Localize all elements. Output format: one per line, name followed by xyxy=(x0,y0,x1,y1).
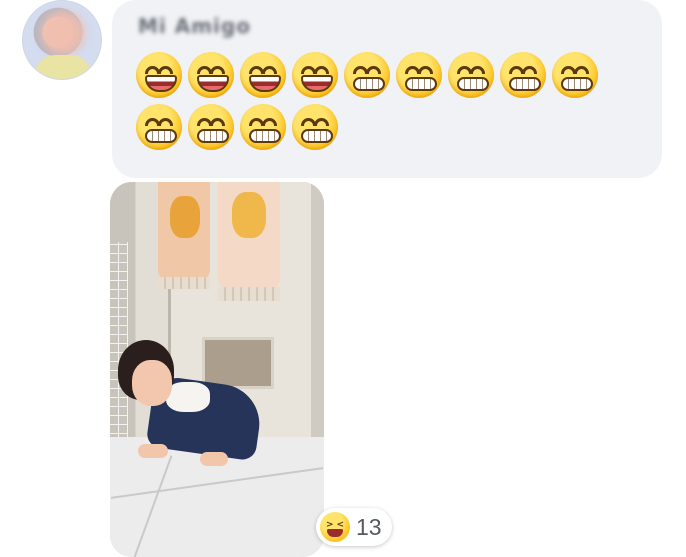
grinning-face-icon xyxy=(448,52,494,98)
grinning-face-icon xyxy=(500,52,546,98)
photo-towel-fringe xyxy=(158,277,210,289)
emoji-message xyxy=(136,52,616,150)
grinning-face-icon xyxy=(188,104,234,150)
message-photo[interactable] xyxy=(110,182,324,557)
sender-avatar[interactable] xyxy=(22,0,102,80)
avatar-face-blurred xyxy=(41,11,85,55)
grinning-face-icon xyxy=(240,104,286,150)
grinning-face-icon xyxy=(292,104,338,150)
message-bubble[interactable]: Mi Amigo xyxy=(112,0,662,178)
photo-pet-door xyxy=(202,337,274,389)
photo-wire-rack xyxy=(110,242,128,442)
laughing-face-icon xyxy=(188,52,234,98)
sender-name: Mi Amigo xyxy=(138,14,251,38)
photo-child-hand xyxy=(138,444,168,458)
photo-cartoon-bear xyxy=(170,196,200,238)
laughing-face-icon xyxy=(240,52,286,98)
grinning-face-icon xyxy=(552,52,598,98)
grinning-face-icon xyxy=(396,52,442,98)
photo-towel-fringe xyxy=(218,287,280,301)
photo-child-hand xyxy=(200,452,228,466)
reaction-badge[interactable]: > < 13 xyxy=(316,508,392,546)
grinning-face-icon xyxy=(136,104,182,150)
laughing-squint-face-icon: > < xyxy=(320,512,350,542)
photo-cartoon-bear xyxy=(232,192,266,238)
photo-child-collar xyxy=(166,382,210,412)
reaction-count: 13 xyxy=(356,513,382,540)
laughing-face-icon xyxy=(292,52,338,98)
photo-child-face xyxy=(132,360,172,406)
laughing-face-icon xyxy=(136,52,182,98)
avatar-shirt xyxy=(35,55,91,79)
grinning-face-icon xyxy=(344,52,390,98)
